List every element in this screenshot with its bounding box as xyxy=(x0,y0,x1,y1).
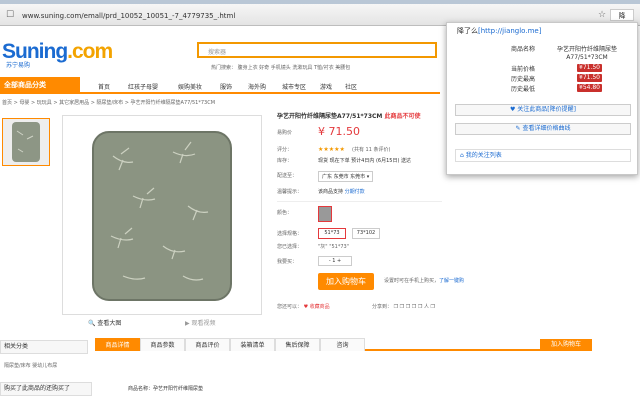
tab-packing-list[interactable]: 装箱清单 xyxy=(230,338,275,351)
price-tracker-popup: 降了么[http://jianglo.me] 商品名称 孕艺开阳竹纤维隔尿垫A7… xyxy=(446,22,638,175)
size-option-73x102[interactable]: 73*102 xyxy=(352,228,380,239)
review-count-link[interactable]: (共有 11 条评价) xyxy=(352,146,390,153)
detail-tabs: 商品详情 商品参数 商品评价 装箱清单 售后保障 咨询 xyxy=(95,338,545,351)
favorite-row: 您还可以： ♥ 收藏商品 xyxy=(277,304,330,310)
add-to-cart-button[interactable]: 加入购物车 xyxy=(318,273,374,290)
watch-video-link[interactable]: ▶ 观看视频 xyxy=(185,318,216,327)
favorite-button[interactable]: ♥ 收藏商品 xyxy=(304,304,330,310)
related-category-heading: 相关分类 xyxy=(0,340,88,354)
also-bought-heading: 购买了此商品的还购买了 xyxy=(0,382,92,396)
installment-link[interactable]: 分期付款 xyxy=(343,189,365,195)
popup-product-name: 孕艺开阳竹纤维隔尿垫A77/51*73CM xyxy=(556,46,617,61)
popup-high-price: ¥71.50 xyxy=(577,74,602,82)
popup-low-price: ¥54.80 xyxy=(577,84,602,92)
product-price: ¥ 71.50 xyxy=(318,125,360,138)
tab-consult[interactable]: 咨询 xyxy=(320,338,365,351)
nav-item[interactable]: 城市专区 xyxy=(282,82,306,91)
nav-item[interactable]: 海外购 xyxy=(248,82,266,91)
view-large-image-link[interactable]: 🔍 查看大图 xyxy=(88,318,121,327)
color-label: 颜色： xyxy=(277,210,293,216)
tips-text: 该商品支持 分期付款 xyxy=(318,189,365,195)
one-click-buy-note: 设置时可在手机上购买，了解一键购 xyxy=(384,278,465,284)
home-icon: ⌂ xyxy=(460,152,464,159)
popup-current-label: 当前价格 xyxy=(511,66,536,73)
rating-label: 评分： xyxy=(277,147,293,153)
related-category-items[interactable]: 隔尿垫/床布 婴幼儿布尿 xyxy=(4,362,57,369)
search-icon: 🔍 xyxy=(88,320,96,327)
nav-item[interactable]: 首页 xyxy=(98,82,110,91)
ship-to-label: 配送至： xyxy=(277,173,298,179)
hot-search-words[interactable]: 热门搜索： 腹身上衣 好奇 手机镜头 洗漱玩具 T恤/衬衣 美腰包 xyxy=(211,64,350,71)
price-curve-button[interactable]: ✎ 查看详细价格曲线 xyxy=(455,123,631,135)
my-follow-list-link[interactable]: ⌂ 我的关注列表 xyxy=(455,149,631,162)
quantity-label: 我要买： xyxy=(277,259,298,265)
play-icon: ▶ xyxy=(185,320,190,327)
size-option-51x73[interactable]: 51*73 xyxy=(318,228,346,239)
tab-reviews[interactable]: 商品评价 xyxy=(185,338,230,351)
star-icon[interactable]: ☆ xyxy=(596,9,608,21)
stock-label: 库存： xyxy=(277,158,293,164)
nav-item[interactable]: 红孩子母婴 xyxy=(128,82,158,91)
breadcrumb[interactable]: 首页 > 母婴 > 玩玩具 > 其它家居用品 > 隔尿垫/床布 > 孕艺开阳竹纤… xyxy=(2,99,215,106)
nav-item[interactable]: 服饰 xyxy=(220,82,232,91)
nav-item[interactable]: 娱购美妆 xyxy=(178,82,202,91)
popup-high-label: 历史最高 xyxy=(511,76,536,83)
share-row[interactable]: 分享到： ❐ ❐ ❐ ❐ ❐ 人 ❐ xyxy=(372,303,435,310)
nav-item[interactable]: 游戏 xyxy=(320,82,332,91)
product-main-image[interactable] xyxy=(62,115,262,315)
page-icon: ☐ xyxy=(5,10,15,20)
detail-product-name: 商品名称：孕艺开阳竹纤维隔尿垫 xyxy=(128,386,204,392)
all-categories-button[interactable]: 全部商品分类 xyxy=(0,77,80,94)
popup-low-label: 历史最低 xyxy=(511,86,536,93)
quantity-stepper[interactable]: - 1 + xyxy=(318,256,352,266)
selected-label: 您已选择： xyxy=(277,244,303,250)
logo-subtitle: 苏宁易购 xyxy=(6,62,31,69)
price-label: 易购价 xyxy=(277,130,293,136)
size-label: 选择规格： xyxy=(277,231,303,237)
nav-item[interactable]: 社区 xyxy=(345,82,357,91)
popup-name-label: 商品名称 xyxy=(511,46,536,53)
tab-product-params[interactable]: 商品参数 xyxy=(140,338,185,351)
popup-title: 降了么[http://jianglo.me] xyxy=(457,27,542,35)
tab-add-to-cart-button[interactable]: 加入购物车 xyxy=(540,339,592,351)
color-swatch-gray[interactable] xyxy=(318,206,332,222)
main-nav: 全部商品分类 首页 红孩子母婴 娱购美妆 服饰 海外购 城市专区 游戏 社区 xyxy=(0,77,440,94)
popup-site-link[interactable]: [http://jianglo.me] xyxy=(478,27,541,35)
tab-product-detail[interactable]: 商品详情 xyxy=(95,338,140,351)
search-placeholder: 搜索器 xyxy=(208,49,227,56)
search-input[interactable] xyxy=(197,42,437,58)
product-title: 孕艺开阳竹纤维隔尿垫A77/51*73CM 此商品不可使 xyxy=(277,113,421,120)
selected-value: "灰" "51*73" xyxy=(318,244,350,250)
product-thumbnail[interactable] xyxy=(2,118,50,166)
popup-current-price: ¥71.50 xyxy=(577,64,602,72)
stock-status: 现货 现在下单 预计4日内 (6月15日) 送达 xyxy=(318,158,411,164)
one-click-buy-link[interactable]: 了解一键购 xyxy=(439,278,464,284)
tab-after-sales[interactable]: 售后保障 xyxy=(275,338,320,351)
follow-price-drop-button[interactable]: ♥ 关注此商品[降价提醒] xyxy=(455,104,631,116)
ship-to-dropdown[interactable]: 广东 东莞市 东莞市 ▾ xyxy=(318,171,374,182)
rating-stars: ★★★★★ xyxy=(318,146,345,153)
extension-jianglo-icon[interactable]: 降 xyxy=(610,9,634,21)
divider xyxy=(277,201,442,202)
tips-label: 温馨提示： xyxy=(277,189,303,195)
url-text[interactable]: www.suning.com/emall/prd_10052_10051_-7_… xyxy=(22,12,235,20)
